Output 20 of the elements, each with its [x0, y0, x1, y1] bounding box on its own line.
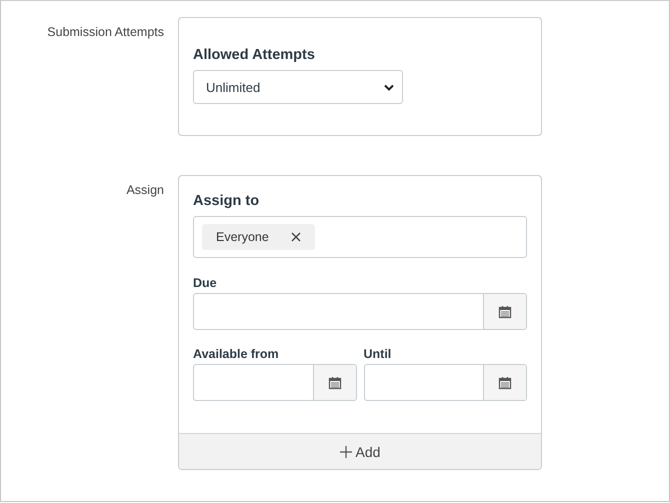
- field-heading: Assign to: [193, 193, 260, 209]
- assignee-tag[interactable]: Everyone: [202, 224, 315, 250]
- calendar-icon[interactable]: [483, 365, 526, 400]
- plus-icon: [340, 446, 352, 458]
- date-field[interactable]: [193, 364, 356, 401]
- field-label: Due: [193, 276, 218, 290]
- date-field[interactable]: [193, 293, 527, 330]
- close-icon[interactable]: [290, 232, 301, 242]
- add-button[interactable]: Add: [179, 433, 541, 469]
- chevron-down-icon: [384, 84, 394, 90]
- field-heading: Allowed Attempts: [193, 47, 316, 63]
- date-field[interactable]: [364, 364, 527, 401]
- section-label: Assign: [125, 182, 164, 199]
- calendar-icon[interactable]: [312, 365, 356, 400]
- calendar-icon[interactable]: [483, 294, 526, 329]
- section-label: Submission Attempts: [46, 24, 164, 41]
- assign-field[interactable]: Everyone: [193, 216, 527, 258]
- select-dropdown[interactable]: Unlimited: [193, 70, 403, 104]
- field-label: Until: [364, 347, 392, 361]
- field-label: Available from: [193, 347, 280, 361]
